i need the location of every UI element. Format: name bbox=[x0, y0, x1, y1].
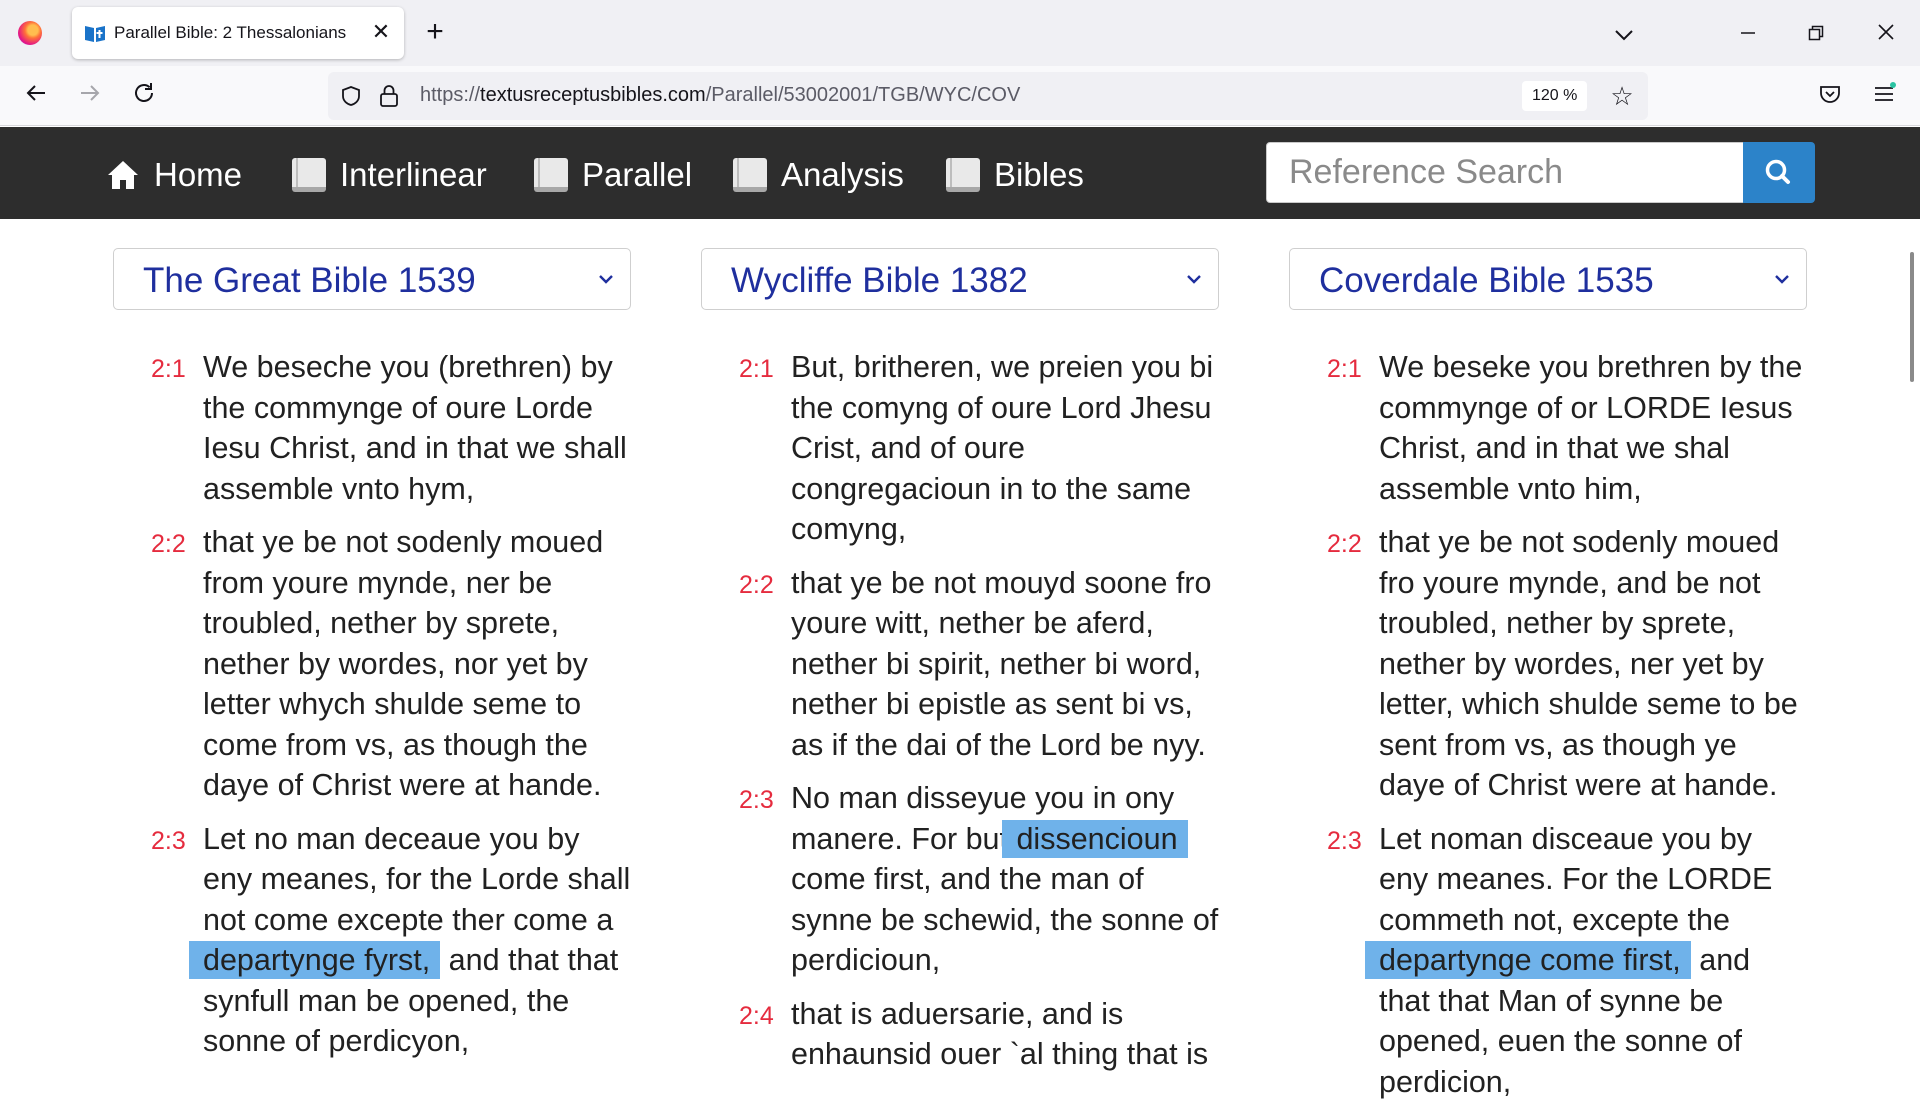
highlighted-text: departynge come first, bbox=[1365, 941, 1691, 979]
verse-text: that ye be not mouyd soone fro youre wit… bbox=[791, 565, 1212, 762]
nav-parallel[interactable]: Parallel bbox=[534, 155, 692, 195]
verse-text: But, britheren, we preien you bi the com… bbox=[791, 350, 1214, 546]
pocket-icon[interactable] bbox=[1810, 76, 1850, 116]
version-select-label: The Great Bible 1539 bbox=[143, 261, 476, 300]
nav-home[interactable]: Home bbox=[106, 155, 242, 195]
book-icon bbox=[946, 158, 980, 192]
verse-number[interactable]: 2:1 bbox=[739, 349, 774, 390]
nav-home-label: Home bbox=[154, 156, 243, 193]
verse-text: Let noman disceaue you by eny meanes. Fo… bbox=[1379, 821, 1773, 937]
verse-text: that ye be not sodenly moued from youre … bbox=[203, 525, 604, 802]
verse: 2:2 that ye be not mouyd soone fro youre… bbox=[701, 563, 1221, 766]
verse-number[interactable]: 2:1 bbox=[1327, 349, 1362, 390]
browser-tab-bar: Parallel Bible: 2 Thessalonians ✕ + bbox=[0, 0, 1920, 66]
nav-bibles[interactable]: Bibles bbox=[946, 155, 1084, 195]
reference-search-field[interactable] bbox=[1266, 142, 1744, 203]
bible-column-wycliffe: 2:1 But, britheren, we preien you bi the… bbox=[701, 347, 1221, 1088]
tab-title: Parallel Bible: 2 Thessalonians bbox=[114, 23, 347, 42]
zoom-level-button[interactable]: 120 % bbox=[1522, 81, 1588, 111]
list-all-tabs-icon[interactable] bbox=[1604, 14, 1644, 54]
reference-search-input[interactable] bbox=[1267, 143, 1743, 202]
chevron-down-icon bbox=[599, 275, 613, 284]
verse-text: We beseche you (brethren) by the commyng… bbox=[203, 350, 627, 506]
restore-icon[interactable] bbox=[1796, 14, 1836, 54]
new-tab-button[interactable]: + bbox=[418, 16, 452, 50]
url-bar[interactable]: https://textusreceptusbibles.com/Paralle… bbox=[328, 72, 1648, 120]
verse: 2:2 that ye be not sodenly moued from yo… bbox=[113, 522, 633, 806]
app-menu-icon[interactable] bbox=[1864, 76, 1904, 116]
tracking-protection-shield-icon[interactable] bbox=[340, 85, 362, 107]
verse: 2:2 that ye be not sodenly moued fro you… bbox=[1289, 522, 1809, 806]
forward-icon[interactable] bbox=[70, 76, 110, 116]
version-select-label: Wycliffe Bible 1382 bbox=[731, 261, 1028, 300]
verse-text: Let no man deceaue you by eny meanes, fo… bbox=[203, 821, 631, 937]
verse: 2:4 that is aduersarie, and is enhaunsid… bbox=[701, 994, 1221, 1075]
home-icon bbox=[108, 161, 138, 189]
url-text[interactable]: https://textusreceptusbibles.com/Paralle… bbox=[420, 84, 1020, 107]
nav-interlinear[interactable]: Interlinear bbox=[292, 155, 487, 195]
highlighted-text: departynge fyrst, bbox=[189, 941, 441, 979]
firefox-icon[interactable] bbox=[18, 21, 42, 45]
verse-number[interactable]: 2:1 bbox=[151, 349, 186, 390]
browser-tab[interactable]: Parallel Bible: 2 Thessalonians ✕ bbox=[72, 7, 404, 59]
nav-analysis[interactable]: Analysis bbox=[733, 155, 904, 195]
verse-number[interactable]: 2:2 bbox=[151, 524, 186, 565]
nav-bibles-label: Bibles bbox=[994, 156, 1084, 193]
close-window-icon[interactable] bbox=[1866, 14, 1906, 54]
close-tab-icon[interactable]: ✕ bbox=[368, 19, 394, 45]
book-icon bbox=[534, 158, 568, 192]
verse-number[interactable]: 2:3 bbox=[1327, 821, 1362, 862]
browser-navigation-bar: https://textusreceptusbibles.com/Paralle… bbox=[0, 66, 1920, 126]
verse-text: We beseke you brethren by the commynge o… bbox=[1379, 350, 1803, 506]
minimize-icon[interactable] bbox=[1728, 14, 1768, 54]
page-scrollbar[interactable] bbox=[1910, 252, 1914, 382]
version-select-1[interactable]: The Great Bible 1539 bbox=[113, 248, 631, 310]
bible-favicon-icon bbox=[85, 26, 105, 42]
search-icon bbox=[1765, 159, 1790, 184]
bookmark-star-icon[interactable]: ☆ bbox=[1606, 80, 1638, 112]
verse: 2:1 But, britheren, we preien you bi the… bbox=[701, 347, 1221, 550]
version-select-label: Coverdale Bible 1535 bbox=[1319, 261, 1654, 300]
verse-text: that is aduersarie, and is enhaunsid oue… bbox=[791, 996, 1209, 1072]
verse-number[interactable]: 2:2 bbox=[1327, 524, 1362, 565]
version-select-2[interactable]: Wycliffe Bible 1382 bbox=[701, 248, 1219, 310]
nav-analysis-label: Analysis bbox=[781, 156, 904, 193]
book-icon bbox=[733, 158, 767, 192]
chevron-down-icon bbox=[1187, 275, 1201, 284]
highlighted-text: dissencioun bbox=[1002, 819, 1188, 858]
back-icon[interactable] bbox=[16, 76, 56, 116]
nav-interlinear-label: Interlinear bbox=[340, 156, 487, 193]
verse: 2:3 Let no man deceaue you by eny meanes… bbox=[113, 819, 633, 1062]
verse: 2:1 We beseke you brethren by the commyn… bbox=[1289, 347, 1809, 509]
verse: 2:3 Let noman disceaue you by eny meanes… bbox=[1289, 819, 1809, 1103]
verse-number[interactable]: 2:3 bbox=[739, 780, 774, 821]
verse-number[interactable]: 2:4 bbox=[739, 996, 774, 1037]
bible-column-coverdale: 2:1 We beseke you brethren by the commyn… bbox=[1289, 347, 1809, 1115]
verse-number[interactable]: 2:2 bbox=[739, 565, 774, 606]
lock-icon[interactable] bbox=[378, 84, 400, 108]
nav-parallel-label: Parallel bbox=[582, 156, 693, 193]
verse-text: that ye be not sodenly moued fro youre m… bbox=[1379, 525, 1798, 802]
verse-number[interactable]: 2:3 bbox=[151, 821, 186, 862]
version-select-3[interactable]: Coverdale Bible 1535 bbox=[1289, 248, 1807, 310]
verse: 2:3 No man disseyue you in ony manere. F… bbox=[701, 778, 1221, 981]
book-icon bbox=[292, 158, 326, 192]
bible-column-great-bible: 2:1 We beseche you (brethren) by the com… bbox=[113, 347, 633, 1075]
search-button[interactable] bbox=[1743, 142, 1815, 203]
verse: 2:1 We beseche you (brethren) by the com… bbox=[113, 347, 633, 509]
verse-text: come first, and the man of synne be sche… bbox=[791, 862, 1219, 977]
chevron-down-icon bbox=[1775, 275, 1789, 284]
reload-icon[interactable] bbox=[124, 76, 164, 116]
